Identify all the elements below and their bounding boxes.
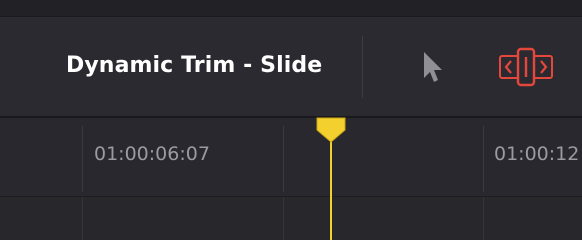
trim-mode-label: Dynamic Trim - Slide (66, 53, 323, 78)
timeline-track[interactable] (0, 197, 582, 240)
ruler-tick (483, 126, 484, 192)
playhead-handle[interactable] (314, 117, 348, 143)
ruler-timecode: 01:00:12 (494, 143, 580, 165)
playhead-line[interactable] (330, 130, 332, 240)
toolbar-divider (362, 36, 363, 98)
track-gridline (283, 197, 284, 240)
track-gridline (82, 197, 83, 240)
ruler-tick (82, 126, 83, 192)
playhead-marker-icon (316, 117, 346, 143)
ruler-timecode: 01:00:06:07 (94, 143, 210, 165)
top-strip (0, 0, 582, 17)
trim-toolbar: Dynamic Trim - Slide (0, 17, 582, 118)
slide-trim-icon (499, 47, 553, 87)
track-gridline (483, 197, 484, 240)
ruler-tick (283, 126, 284, 192)
pointer-arrow-icon (424, 52, 442, 82)
slide-trim-button[interactable] (497, 47, 555, 87)
pointer-tool-button[interactable] (418, 49, 448, 85)
timeline-ruler[interactable]: 01:00:06:07 01:00:12 (0, 118, 582, 197)
